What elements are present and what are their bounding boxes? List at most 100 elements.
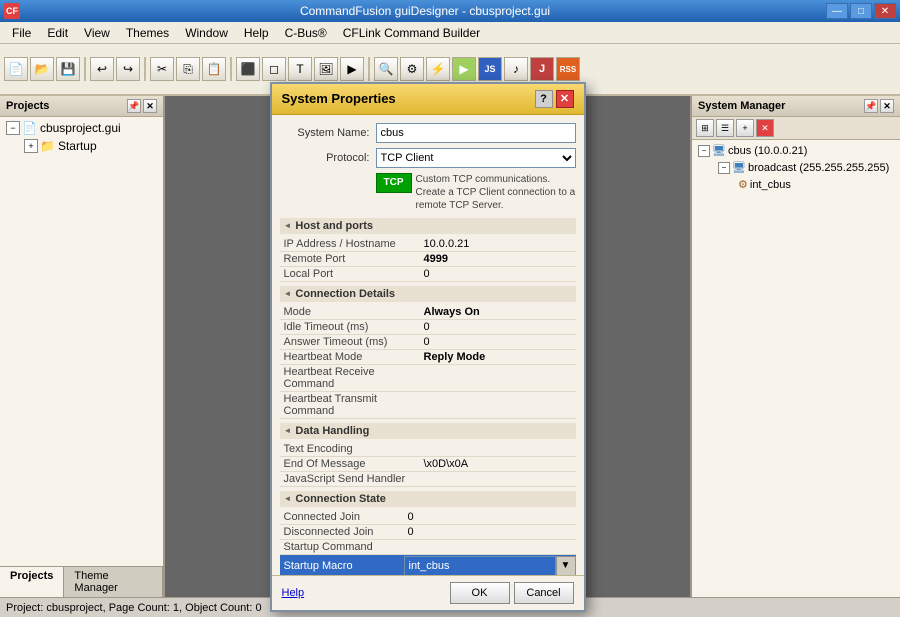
cancel-button[interactable]: Cancel [514,582,574,604]
tcp-desc-row: TCP Custom TCP communications. Create a … [280,173,576,212]
startup-macro-dropdown[interactable]: ▼ [556,556,576,575]
table-row: Remote Port 4999 [280,251,576,266]
toolbar-zoom-in[interactable]: 🔍 [374,57,398,81]
panel-close-button[interactable]: ✕ [143,99,157,113]
hb-transmit-label: Heartbeat Transmit Command [280,391,420,418]
toolbar-js[interactable]: JS [478,57,502,81]
toolbar-open[interactable]: 📂 [30,57,54,81]
sys-panel-pin[interactable]: 📌 [864,99,878,113]
toolbar-btn7[interactable]: T [288,57,312,81]
menu-edit[interactable]: Edit [39,24,76,42]
sys-toolbar-delete[interactable]: ✕ [756,119,774,137]
toolbar-cut[interactable]: ✂ [150,57,174,81]
protocol-row: Protocol: TCP Client UDP Serial [280,148,576,168]
local-port-label: Local Port [280,266,420,281]
tree-item-project[interactable]: − 📄 cbusproject.gui [2,119,161,137]
sys-toolbar-add[interactable]: + [736,119,754,137]
sys-item-cbus[interactable]: − 🖥 cbus (10.0.0.21) [694,142,898,159]
expand-broadcast[interactable]: − [718,162,730,174]
toolbar-redo[interactable]: ↪ [116,57,140,81]
menu-themes[interactable]: Themes [118,24,177,42]
protocol-select[interactable]: TCP Client UDP Serial [376,148,576,168]
disconnected-join-label: Disconnected Join [280,524,404,539]
answer-timeout-value: 0 [420,334,576,349]
toolbar-rss[interactable]: RSS [556,57,580,81]
menu-file[interactable]: File [4,24,39,42]
maximize-button[interactable]: □ [850,3,872,19]
menu-help[interactable]: Help [236,24,277,42]
toolbar-copy[interactable]: ⎘ [176,57,200,81]
system-properties-dialog: System Properties ? ✕ System Name: Proto… [270,82,586,612]
sys-panel-close[interactable]: ✕ [880,99,894,113]
table-row: Disconnected Join 0 [280,524,576,539]
tcp-badge: TCP [376,173,412,193]
menu-cbus[interactable]: C-Bus® [277,24,335,42]
toolbar-new[interactable]: 📄 [4,57,28,81]
system-name-input[interactable] [376,123,576,143]
design-canvas[interactable]: System Properties ? ✕ System Name: Proto… [165,96,690,597]
intcbus-label: int_cbus [750,179,791,191]
text-encoding-label: Text Encoding [280,442,420,457]
panel-pin-button[interactable]: 📌 [127,99,141,113]
close-button[interactable]: ✕ [874,3,896,19]
menu-view[interactable]: View [76,24,118,42]
toolbar-save[interactable]: 💾 [56,57,80,81]
remote-port-value: 4999 [420,251,576,266]
startup-macro-row: Startup Macro ▼ [280,554,576,575]
system-manager-tree: − 🖥 cbus (10.0.0.21) − 🖥 broadcast (255.… [692,140,900,597]
menu-bar: File Edit View Themes Window Help C-Bus®… [0,22,900,44]
sys-toolbar-grid[interactable]: ⊞ [696,119,714,137]
dialog-title-bar: System Properties ? ✕ [272,84,584,115]
connection-details-table: Mode Always On Idle Timeout (ms) 0 Answe… [280,305,576,419]
table-row: JavaScript Send Handler [280,471,576,486]
toolbar-sep1 [84,57,86,81]
sys-toolbar-list[interactable]: ☰ [716,119,734,137]
system-manager-header: System Manager 📌 ✕ [692,96,900,117]
table-row: Answer Timeout (ms) 0 [280,334,576,349]
startup-macro-input[interactable] [404,556,556,575]
tree-item-startup[interactable]: + 📁 Startup [20,137,161,155]
tab-projects[interactable]: Projects [0,567,64,597]
ip-value: 10.0.0.21 [420,237,576,252]
hb-receive-value [420,364,576,391]
dialog-close-button[interactable]: ✕ [556,90,574,108]
menu-window[interactable]: Window [177,24,236,42]
table-row: Connected Join 0 [280,510,576,525]
mode-label: Mode [280,305,420,320]
dialog-help-button[interactable]: ? [535,90,553,108]
table-row: Heartbeat Transmit Command [280,391,576,418]
sys-item-intcbus[interactable]: ⚙ int_cbus [734,176,898,193]
startup-macro-label: Startup Macro [280,554,404,575]
toolbar-btn6[interactable]: ◻ [262,57,286,81]
expand-cbus[interactable]: − [698,145,710,157]
toolbar-run[interactable]: ▶ [452,57,476,81]
toolbar-btn9[interactable]: ▶ [340,57,364,81]
system-manager-panel: System Manager 📌 ✕ ⊞ ☰ + ✕ − 🖥 cbus (10.… [690,96,900,597]
ok-button[interactable]: OK [450,582,510,604]
dialog-body: System Name: Protocol: TCP Client UDP Se… [272,115,584,575]
toolbar-zoom-out[interactable]: ⚙ [400,57,424,81]
app-icon: CF [4,3,20,19]
projects-title: Projects [6,100,49,112]
expand-project[interactable]: − [6,121,20,135]
remote-port-label: Remote Port [280,251,420,266]
minimize-button[interactable]: — [826,3,848,19]
disconnected-join-value: 0 [404,524,576,539]
toolbar-music[interactable]: ♪ [504,57,528,81]
toolbar-settings[interactable]: ⚡ [426,57,450,81]
table-row: Heartbeat Receive Command [280,364,576,391]
toolbar-btn5[interactable]: ⬛ [236,57,260,81]
toolbar-btn8[interactable]: 🖼 [314,57,338,81]
tab-theme-manager[interactable]: Theme Manager [64,567,163,597]
project-file-icon: 📄 [22,121,37,135]
connected-join-label: Connected Join [280,510,404,525]
expand-startup[interactable]: + [24,139,38,153]
system-name-label: System Name: [280,127,370,139]
hb-transmit-value [420,391,576,418]
toolbar-undo[interactable]: ↩ [90,57,114,81]
modal-overlay: System Properties ? ✕ System Name: Proto… [165,96,690,597]
toolbar-j[interactable]: J [530,57,554,81]
toolbar-paste[interactable]: 📋 [202,57,226,81]
sys-item-broadcast[interactable]: − 🖥 broadcast (255.255.255.255) [714,159,898,176]
menu-cflink[interactable]: CFLink Command Builder [335,24,488,42]
